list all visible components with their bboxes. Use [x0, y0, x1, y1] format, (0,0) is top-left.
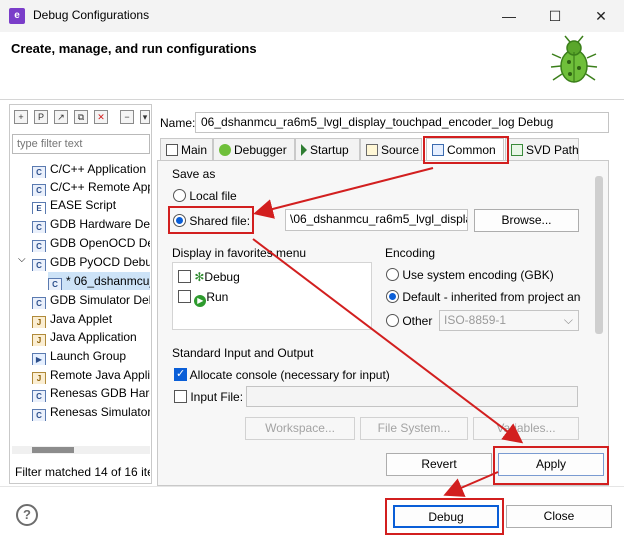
arrow-common-to-shared [253, 167, 434, 219]
arrow-apply-to-debug [443, 471, 499, 497]
arrow-shared-to-apply [252, 238, 524, 444]
annotation-arrows [252, 167, 524, 497]
